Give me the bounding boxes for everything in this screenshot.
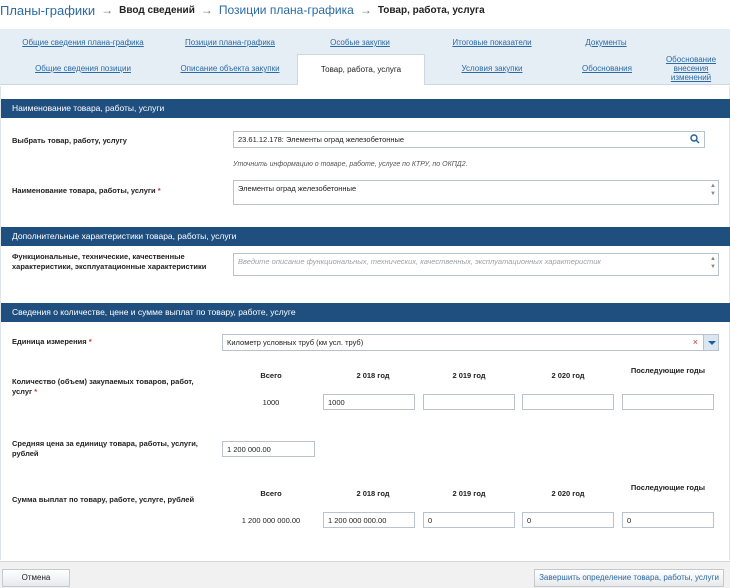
sum-label: Сумма выплат по товару, работе, услуге, … [12,495,195,504]
scroll-arrows-icon[interactable]: ▲ ▼ [709,255,717,274]
ktru-hint: Уточнить информацию о товаре, работе, ус… [233,161,468,168]
qty-2019-input[interactable] [423,394,515,410]
chevron-down-icon[interactable] [703,335,718,350]
tab-justifications[interactable]: Обоснования [576,64,638,73]
search-icon[interactable] [690,134,700,144]
breadcrumb: Планы-графики → Ввод сведений → Позиции … [0,0,730,20]
section-header-name: Наименование товара, работы, услуги [1,99,730,118]
tab-totals[interactable]: Итоговые показатели [444,38,540,47]
unit-label: Единица измерения * [12,337,92,346]
tab-plan-positions[interactable]: Позиции плана-графика [178,38,282,47]
breadcrumb-data-entry: Ввод сведений [119,4,195,16]
sum-header-2019: 2 019 год [452,489,486,498]
tab-object-description[interactable]: Описание объекта закупки [172,64,288,73]
arrow-right-icon: → [200,3,213,17]
qty-header-2020: 2 020 год [551,371,585,380]
section-header-quantity: Сведения о количестве, цене и сумме выпл… [1,303,730,322]
scroll-arrows-icon[interactable]: ▲ ▼ [709,182,717,203]
sum-2018-input[interactable]: 1 200 000 000.00 [323,512,415,528]
sum-2019-input[interactable]: 0 [423,512,515,528]
characteristics-textarea[interactable]: Введите описание функциональных, техниче… [233,253,719,276]
sum-total-value: 1 200 000 000.00 [241,516,301,525]
qty-header-2018: 2 018 год [356,371,390,380]
sum-header-later: Последующие годы [630,483,706,492]
qty-header-later: Последующие годы [630,366,706,375]
characteristics-label: Функциональные, технические, качественны… [12,252,207,271]
price-label: Средняя цена за единицу товара, работы, … [12,439,198,458]
choose-item-input[interactable]: 23.61.12.178: Элементы оград железобетон… [233,131,705,148]
sum-header-total: Всего [260,489,282,498]
tab-change-justification[interactable]: Обоснование внесения изменений [660,55,722,82]
arrow-right-icon: → [101,3,114,17]
tab-documents[interactable]: Документы [576,38,636,47]
content-panel: Наименование товара, работы, услуги Выбр… [0,86,730,560]
sum-header-2020: 2 020 год [551,489,585,498]
clear-icon[interactable]: × [693,338,698,347]
qty-2018-input[interactable]: 1000 [323,394,415,410]
tab-goods-works-services[interactable]: Товар, работа, услуга [297,54,425,85]
section-header-characteristics: Дополнительные характеристики товара, ра… [1,227,730,246]
item-name-textarea[interactable]: Элементы оград железобетонные ▲ ▼ [233,180,719,205]
qty-2020-input[interactable] [522,394,614,410]
breadcrumb-positions-link[interactable]: Позиции плана-графика [219,3,354,17]
tab-special-purchases[interactable]: Особые закупки [320,38,400,47]
tab-position-general[interactable]: Общие сведения позиции [28,64,138,73]
sum-header-2018: 2 018 год [356,489,390,498]
required-marker: * [157,186,161,195]
qty-header-2019: 2 019 год [452,371,486,380]
item-name-label: Наименование товара, работы, услуги * [12,186,161,195]
price-input[interactable]: 1 200 000.00 [222,441,315,457]
breadcrumb-current: Товар, работа, услуга [377,4,485,16]
qty-header-total: Всего [260,371,282,380]
finish-button[interactable]: Завершить определение товара, работы, ус… [534,569,724,587]
qty-total-value: 1000 [262,398,280,407]
sum-2020-input[interactable]: 0 [522,512,614,528]
footer-bar: Отмена Завершить определение товара, раб… [0,561,730,588]
qty-later-input[interactable] [622,394,714,410]
unit-select[interactable]: Километр условных труб (км усл. труб) × [222,334,719,351]
item-name-value: Элементы оград железобетонные [238,184,357,193]
unit-value: Километр условных труб (км усл. труб) [227,338,364,347]
characteristics-placeholder: Введите описание функциональных, техниче… [238,257,601,266]
choose-item-label: Выбрать товар, работу, услугу [12,136,127,145]
breadcrumb-plans-link[interactable]: Планы-графики [0,3,95,18]
tabs-area: Общие сведения плана-графика Позиции пла… [0,29,730,85]
arrow-right-icon: → [359,3,372,17]
choose-item-value: 23.61.12.178: Элементы оград железобетон… [238,135,405,144]
tab-purchase-conditions[interactable]: Условия закупки [452,64,532,73]
sum-later-input[interactable]: 0 [622,512,714,528]
quantity-label: Количество (объем) закупаемых товаров, р… [12,377,194,396]
cancel-button[interactable]: Отмена [2,569,70,587]
tab-plan-general[interactable]: Общие сведения плана-графика [18,38,148,47]
